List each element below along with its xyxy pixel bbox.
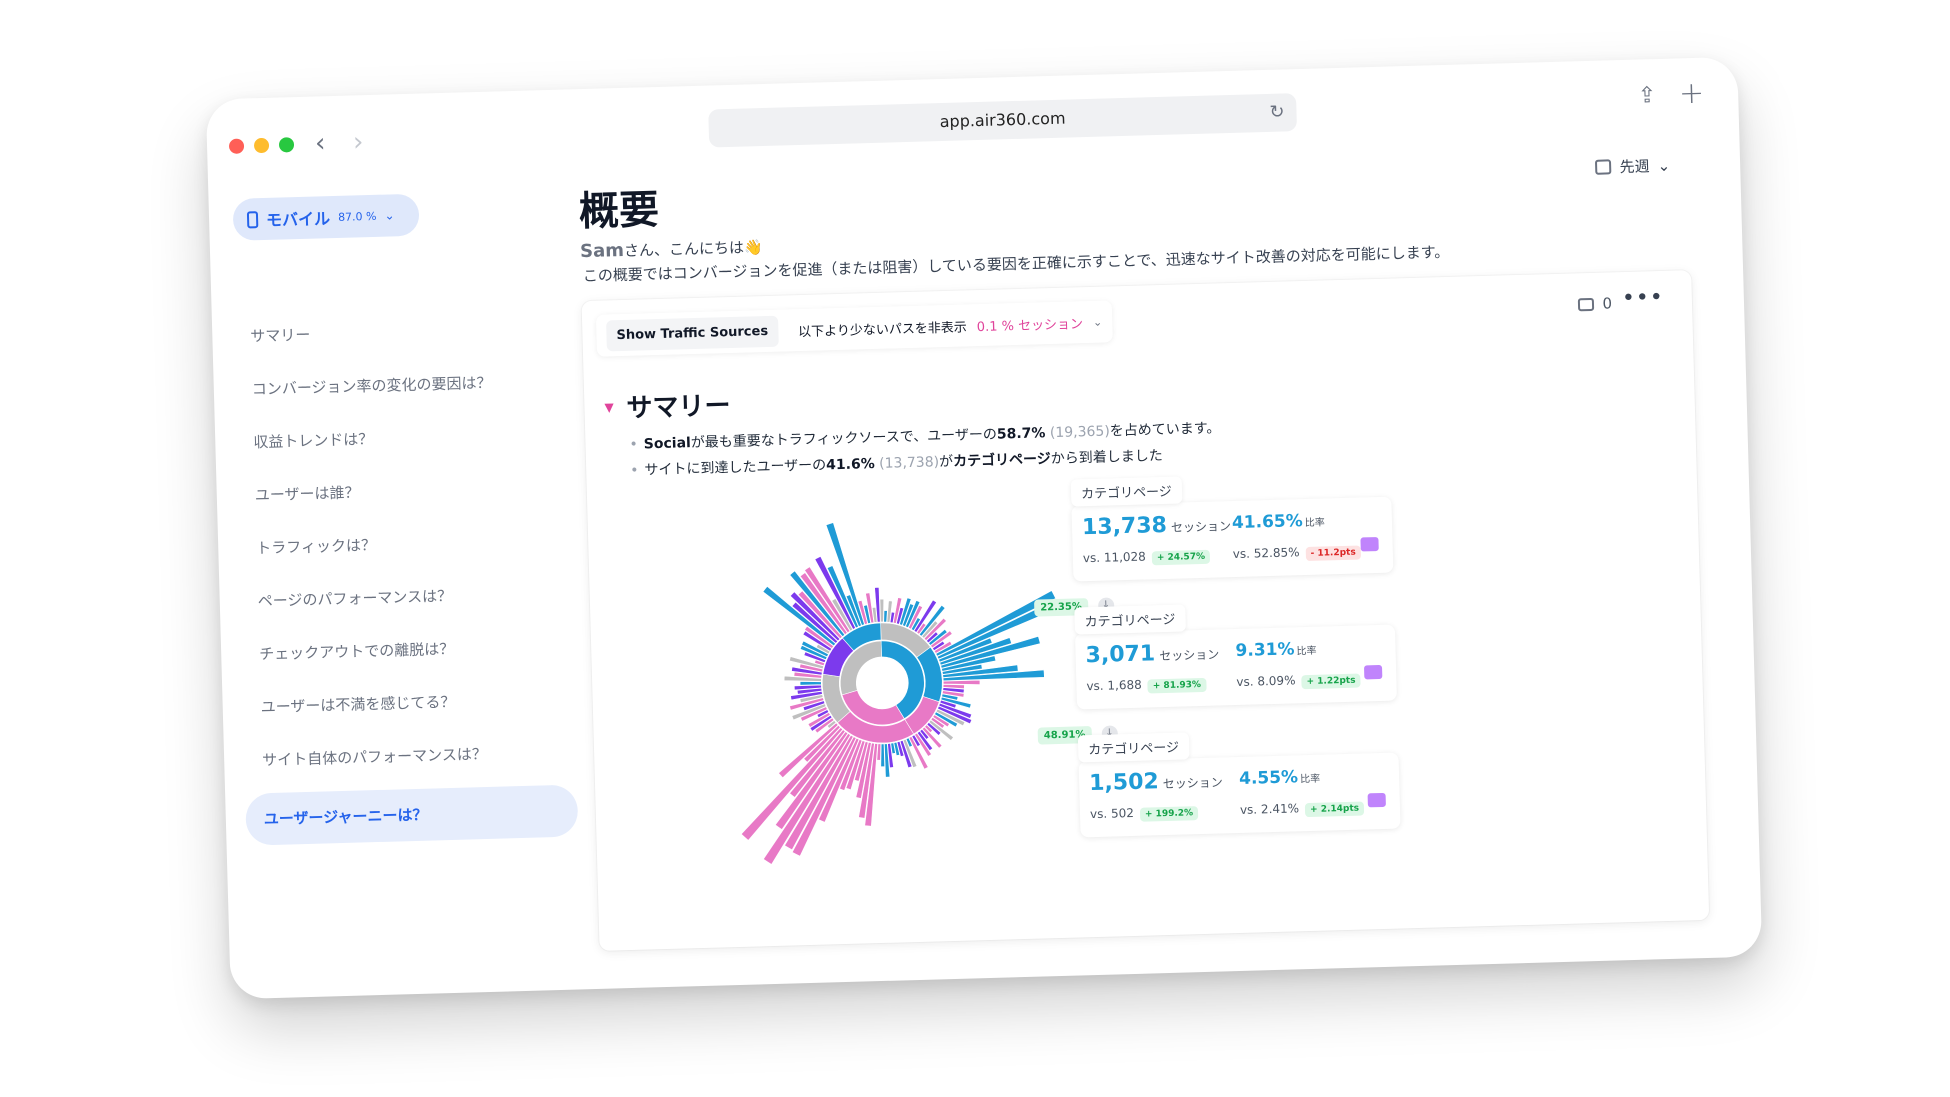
sidebar-item-conversion-change[interactable]: コンバージョン率の変化の要因は？ (233, 354, 574, 416)
step-vs-sessions: vs. 1,688 + 81.93% (1086, 676, 1207, 695)
user-name: Sam (579, 239, 625, 263)
comment-icon (1578, 297, 1595, 311)
new-tab-icon[interactable]: + (1679, 76, 1705, 112)
comments-button[interactable]: 0 (1578, 294, 1612, 313)
session-replay-icon[interactable] (1363, 664, 1383, 680)
chevron-down-icon[interactable]: ⌄ (1093, 315, 1103, 328)
page-title: 概要 (578, 186, 660, 236)
hide-paths-label: 以下より少ないパスを非表示 (797, 319, 968, 340)
url-text: app.air360.com (939, 108, 1066, 132)
bullet-text: を占めています。 (1109, 420, 1221, 440)
calendar-icon (1595, 159, 1612, 175)
more-options-icon[interactable]: ••• (1622, 285, 1665, 311)
device-percent: 87.0 % (337, 209, 377, 224)
rate-delta-badge: - 11.2pts (1305, 545, 1361, 562)
journey-sunburst[interactable] (678, 507, 1088, 898)
sidebar-nav: サマリー コンバージョン率の変化の要因は？ 収益トレンドは？ ユーザーは誰？ ト… (232, 301, 587, 846)
sessions-delta-badge: + 24.57% (1151, 549, 1211, 566)
address-bar[interactable]: app.air360.com ↻ (708, 93, 1298, 148)
comment-count: 0 (1602, 294, 1613, 313)
step-vs-rate: vs. 8.09% + 1.22pts (1236, 672, 1361, 691)
sessions-delta-badge: + 199.2% (1139, 806, 1199, 822)
bullet-percent: 58.7% (996, 425, 1046, 443)
funnel-steps: カテゴリページ 13,738 セッション 41.65% 比率 vs. 11,028 + 24… (1034, 476, 1401, 838)
bullet-page: カテゴリページ (952, 451, 1052, 470)
share-icon[interactable]: ⇪ (1637, 83, 1656, 109)
sessions-delta-badge: + 81.93% (1147, 677, 1207, 694)
mobile-phone-icon (246, 210, 259, 228)
step-rate: 41.65% 比率 (1231, 511, 1325, 534)
bullet-dot: • (630, 462, 639, 479)
show-traffic-sources-button[interactable]: Show Traffic Sources (606, 315, 779, 351)
bullet-dot: • (629, 436, 639, 453)
greeting: Samさん、こんにちは👋 (580, 236, 763, 262)
close-window-button[interactable] (228, 138, 245, 154)
period-selector[interactable]: 先週 ⌄ (1595, 155, 1670, 178)
bullet-text: が (938, 453, 954, 471)
step-page-label: カテゴリページ (1074, 604, 1186, 635)
chevron-down-icon: ⌄ (1657, 156, 1671, 175)
step-vs-rate: vs. 52.85% - 11.2pts (1233, 543, 1361, 563)
step-sessions: 1,502 セッション (1088, 769, 1224, 797)
funnel-step-card[interactable]: カテゴリページ 1,502 セッション 4.55% 比率 vs. 502 + 199.2% v… (1077, 732, 1401, 838)
sidebar-item-summary[interactable]: サマリー (232, 301, 573, 363)
device-name: モバイル (265, 209, 331, 230)
browser-window: ‹ › app.air360.com ↻ ⇪ + モバイル 87.0 % ⌄ サ… (205, 56, 1763, 1000)
summary-bullets: • Socialが最も重要なトラフィックソースで、ユーザーの58.7% (19,3… (629, 415, 1221, 483)
sidebar-item-traffic[interactable]: トラフィックは？ (238, 513, 579, 575)
step-vs-sessions: vs. 11,028 + 24.57% (1083, 548, 1211, 568)
step-rate: 4.55% 比率 (1238, 767, 1321, 789)
funnel-step-card[interactable]: カテゴリページ 13,738 セッション 41.65% 比率 vs. 11,028 + 24… (1070, 476, 1394, 582)
collapse-caret-icon[interactable]: ▼ (604, 400, 614, 414)
bullet-text: から到着しました (1050, 447, 1163, 468)
bullet-count: (19,365) (1049, 423, 1111, 442)
step-sessions: 13,738 セッション (1081, 512, 1232, 541)
minimize-window-button[interactable] (253, 137, 270, 154)
back-arrow-icon[interactable]: ‹ (315, 128, 326, 158)
maximize-window-button[interactable] (278, 137, 295, 153)
step-rate: 9.31% 比率 (1235, 639, 1317, 662)
step-vs-sessions: vs. 502 + 199.2% (1090, 804, 1199, 823)
session-replay-icon[interactable] (1360, 536, 1379, 552)
bullet-text: が最も重要なトラフィックソースで、ユーザーの (690, 426, 998, 452)
threshold-dropdown[interactable]: 0.1 % セッション (976, 313, 1084, 335)
rate-delta-badge: + 1.22pts (1301, 673, 1361, 690)
sidebar-item-user-journey[interactable]: ユーザージャーニーは？ (245, 784, 579, 846)
rate-delta-badge: + 2.14pts (1304, 801, 1365, 818)
sidebar-item-page-performance[interactable]: ページのパフォーマンスは？ (239, 566, 580, 628)
funnel-step-card[interactable]: カテゴリページ 3,071 セッション 9.31% 比率 vs. 1,688 + 81.93… (1074, 604, 1397, 710)
user-journey-card: Show Traffic Sources 以下より少ないパスを非表示 0.1 %… (581, 270, 1710, 951)
bullet-text: サイトに到達したユーザーの (644, 457, 827, 479)
forward-arrow-icon[interactable]: › (353, 127, 364, 157)
main-content: 概要 先週 ⌄ Samさん、こんにちは👋 この概要ではコンバージョンを促進（また… (578, 148, 1721, 959)
reload-icon[interactable]: ↻ (1269, 93, 1285, 131)
greeting-text: さん、こんにちは👋 (623, 238, 763, 260)
section-title: サマリー (626, 391, 731, 424)
step-page-label: カテゴリページ (1070, 476, 1183, 507)
sidebar-item-site-performance[interactable]: サイト自体のパフォーマンスは？ (243, 725, 584, 787)
step-vs-rate: vs. 2.41% + 2.14pts (1240, 800, 1365, 819)
bullet-percent: 41.6% (825, 456, 875, 474)
sidebar-item-users[interactable]: ユーザーは誰？ (236, 460, 577, 522)
period-label: 先週 (1619, 157, 1650, 177)
sidebar-item-user-frustration[interactable]: ユーザーは不満を感じてる？ (242, 672, 583, 734)
sidebar-item-checkout-dropoff[interactable]: チェックアウトでの離脱は？ (241, 619, 582, 681)
bullet-count: (13,738) (878, 454, 940, 472)
device-selector[interactable]: モバイル 87.0 % ⌄ (232, 193, 420, 241)
sidebar-item-revenue-trend[interactable]: 収益トレンドは？ (235, 407, 576, 469)
sidebar: モバイル 87.0 % ⌄ サマリー コンバージョン率の変化の要因は？ 収益トレ… (229, 189, 611, 979)
journey-toolbar: Show Traffic Sources 以下より少ないパスを非表示 0.1 %… (595, 300, 1113, 357)
chevron-down-icon: ⌄ (384, 208, 395, 223)
session-replay-icon[interactable] (1367, 792, 1386, 808)
traffic-source: Social (643, 435, 692, 453)
step-page-label: カテゴリページ (1077, 732, 1190, 763)
step-sessions: 3,071 セッション (1085, 641, 1220, 669)
